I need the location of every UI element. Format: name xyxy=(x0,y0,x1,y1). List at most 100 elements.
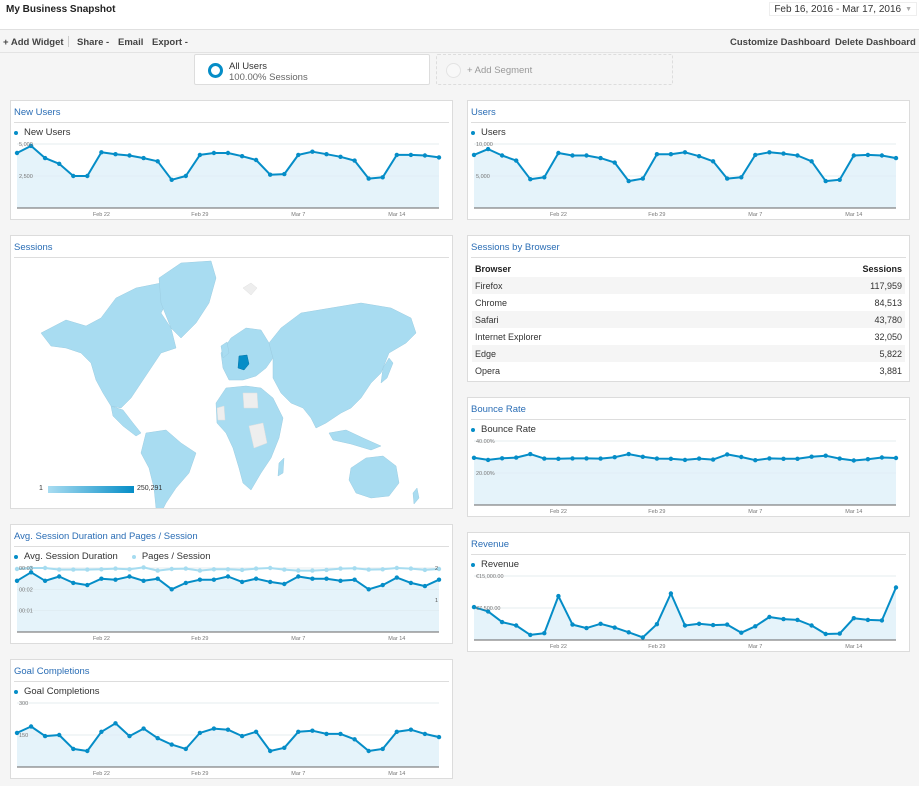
data-point xyxy=(436,577,442,582)
data-point xyxy=(239,579,245,585)
data-point xyxy=(183,173,188,179)
series-area xyxy=(474,587,896,640)
data-point xyxy=(893,155,899,161)
data-point xyxy=(612,160,617,165)
data-point xyxy=(682,150,688,155)
data-point xyxy=(514,623,519,628)
data-point xyxy=(528,177,533,182)
share-button[interactable]: Share - xyxy=(77,37,109,48)
data-point xyxy=(394,565,399,571)
data-point xyxy=(837,177,842,182)
data-point xyxy=(113,577,118,582)
data-point xyxy=(612,455,617,460)
data-point xyxy=(436,734,442,740)
data-point xyxy=(310,568,315,573)
data-point xyxy=(422,583,428,589)
session-count: 3,881 xyxy=(879,365,902,376)
map-region-europe xyxy=(220,327,274,381)
y-tick-label: 00:03 xyxy=(19,566,33,572)
data-point xyxy=(408,566,414,571)
map-region-central-america xyxy=(110,405,142,437)
data-point xyxy=(57,161,62,166)
users-chart: 10,000 5,000 Feb 22 Feb 29 Mar 7 Mar 14 xyxy=(471,142,899,218)
x-tick-label: Mar 7 xyxy=(291,636,305,642)
data-point xyxy=(795,456,800,461)
segment-name: All Users xyxy=(229,61,268,72)
browser-name: Opera xyxy=(475,365,501,376)
data-point xyxy=(310,576,315,581)
x-tick-label: Feb 29 xyxy=(648,644,665,650)
data-point xyxy=(499,619,505,625)
data-point xyxy=(141,726,146,731)
data-point xyxy=(394,729,399,734)
data-point xyxy=(57,567,62,572)
data-point xyxy=(556,593,561,599)
customize-dashboard-button[interactable]: Customize Dashboard xyxy=(730,37,830,48)
table-row[interactable]: Firefox 117,959 xyxy=(472,277,905,294)
x-tick-label: Mar 14 xyxy=(845,644,862,650)
data-point xyxy=(851,458,856,463)
export-button[interactable]: Export - xyxy=(152,37,188,48)
series-area xyxy=(17,572,439,632)
y-tick-label: 150 xyxy=(19,733,28,739)
data-point xyxy=(338,154,343,159)
email-button[interactable]: Email xyxy=(118,37,143,48)
data-point xyxy=(85,567,90,572)
data-point xyxy=(282,581,287,587)
data-point xyxy=(57,732,62,738)
data-point xyxy=(296,729,301,734)
world-map[interactable] xyxy=(11,258,454,508)
data-point xyxy=(42,733,48,739)
data-point xyxy=(408,152,414,158)
data-point xyxy=(239,733,245,739)
data-point xyxy=(99,567,104,572)
table-row[interactable]: Edge 5,822 xyxy=(472,345,905,362)
widget-bounce-rate: Bounce Rate Bounce Rate 40.00% 20.00% Feb … xyxy=(467,397,910,517)
delete-dashboard-button[interactable]: Delete Dashboard xyxy=(835,37,916,48)
date-range-picker[interactable]: Feb 16, 2016 - Mar 17, 2016 ▼ xyxy=(769,2,917,16)
table-row[interactable]: Chrome 84,513 xyxy=(472,294,905,311)
y-tick-label: 2,500 xyxy=(19,174,33,180)
data-point xyxy=(739,630,744,635)
data-point xyxy=(725,622,730,627)
segment-all-users[interactable]: All Users 100.00% Sessions xyxy=(194,54,430,85)
table-row[interactable]: Opera 3,881 xyxy=(472,362,905,379)
data-point xyxy=(253,157,259,163)
segment-circle-icon xyxy=(208,63,223,78)
data-point xyxy=(155,736,160,741)
data-point xyxy=(837,456,842,461)
data-point xyxy=(668,456,674,461)
table-row[interactable]: Internet Explorer 32,050 xyxy=(472,328,905,345)
x-tick-label: Mar 14 xyxy=(845,509,862,515)
add-segment-button[interactable]: + Add Segment xyxy=(436,54,673,85)
widget-title[interactable]: Sessions xyxy=(14,242,53,253)
data-point xyxy=(499,153,505,158)
widget-avg-session-duration: Avg. Session Duration and Pages / Sessio… xyxy=(10,524,453,644)
data-point xyxy=(366,176,371,181)
data-point xyxy=(366,567,371,572)
add-widget-button[interactable]: + Add Widget xyxy=(3,37,64,48)
data-point xyxy=(767,456,772,461)
session-count: 117,959 xyxy=(870,280,902,291)
data-point xyxy=(879,618,885,623)
x-tick-label: Feb 29 xyxy=(648,509,665,515)
x-tick-label: Mar 14 xyxy=(388,636,405,642)
data-point xyxy=(556,150,561,156)
data-point xyxy=(338,566,343,571)
data-point xyxy=(57,574,62,579)
data-point xyxy=(795,617,800,623)
data-point xyxy=(626,630,631,635)
data-point xyxy=(795,153,800,158)
data-point xyxy=(514,455,519,460)
x-tick-label: Feb 29 xyxy=(191,636,208,642)
table-row[interactable]: Safari 43,780 xyxy=(472,311,905,328)
widget-title[interactable]: Sessions by Browser xyxy=(471,242,560,253)
data-point xyxy=(352,737,357,742)
data-point xyxy=(225,727,231,732)
data-point xyxy=(584,153,589,158)
map-region-indonesia xyxy=(328,429,382,451)
y-tick-label: 300 xyxy=(19,701,28,707)
x-tick-label: Mar 14 xyxy=(845,212,862,218)
data-point xyxy=(169,742,174,747)
data-point xyxy=(710,159,716,164)
